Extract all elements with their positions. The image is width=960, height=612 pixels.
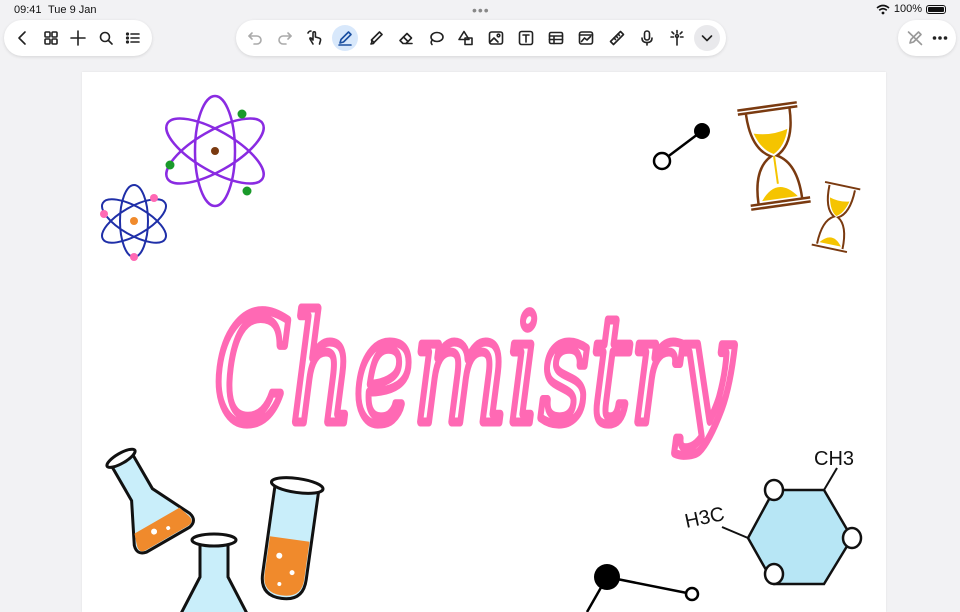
- small-molecule-drawing: [652, 123, 710, 171]
- touch-mode-button[interactable]: [302, 25, 328, 51]
- chart-insert-button[interactable]: [573, 25, 599, 51]
- handwritten-artwork: Chemistry CH3 H3C: [100, 94, 863, 612]
- record-audio-button[interactable]: [634, 25, 660, 51]
- navigation-toolbar: [4, 20, 152, 56]
- status-date: Tue 9 Jan: [48, 4, 97, 16]
- search-icon: [99, 31, 113, 45]
- back-button[interactable]: [10, 25, 36, 51]
- shapes-tool-button[interactable]: [453, 25, 479, 51]
- round-flask-drawing: [180, 532, 248, 612]
- cyclic-ring-molecule-drawing: CH3 H3C: [683, 448, 863, 586]
- highlighter-tool-button[interactable]: [363, 25, 389, 51]
- status-bar: 09:41 Tue 9 Jan ••• 100%: [0, 0, 960, 20]
- grid-view-icon: [43, 31, 58, 45]
- shapes-icon: [458, 30, 473, 46]
- title-ink-text: Chemistry: [214, 284, 735, 458]
- test-tube-drawing: [260, 476, 325, 601]
- ruler-button[interactable]: [604, 25, 630, 51]
- more-options-icon: [932, 36, 947, 40]
- handwritten-title-chemistry: Chemistry: [210, 280, 740, 463]
- image-icon: [488, 31, 504, 45]
- read-only-toggle-button[interactable]: [902, 25, 927, 51]
- more-options-button[interactable]: [927, 25, 952, 51]
- blue-atom-drawing: [100, 184, 167, 261]
- highlighter-icon: [369, 31, 383, 45]
- laser-pointer-button[interactable]: [664, 25, 690, 51]
- redo-icon: [278, 32, 292, 45]
- add-icon: [70, 30, 86, 46]
- ruler-icon: [609, 30, 624, 46]
- wifi-icon: [876, 4, 890, 14]
- note-page-canvas[interactable]: Chemistry CH3 H3C: [82, 72, 886, 612]
- lasso-tool-button[interactable]: [423, 25, 449, 51]
- microphone-icon: [640, 30, 653, 46]
- label-h3c: H3C: [683, 503, 727, 533]
- back-icon: [18, 31, 26, 45]
- search-button[interactable]: [93, 25, 119, 51]
- image-insert-button[interactable]: [483, 25, 509, 51]
- battery-icon: [926, 4, 946, 14]
- lasso-icon: [430, 31, 444, 46]
- battery-percent: 100%: [893, 3, 922, 15]
- read-only-pen-off-icon: [907, 31, 922, 46]
- small-hourglass-drawing: [811, 180, 861, 254]
- pen-tool-button[interactable]: [332, 25, 359, 51]
- status-right: 100%: [876, 3, 946, 15]
- grid-view-button[interactable]: [38, 25, 64, 51]
- chart-icon: [579, 31, 594, 45]
- redo-button[interactable]: [272, 25, 298, 51]
- undo-icon: [248, 32, 262, 45]
- tools-toolbar: [236, 20, 726, 56]
- chevron-down-icon: [701, 35, 713, 42]
- label-ch3: CH3: [814, 448, 854, 470]
- table-insert-button[interactable]: [543, 25, 569, 51]
- text-box-icon: [518, 30, 534, 46]
- laser-pointer-icon: [670, 29, 684, 46]
- purple-atom-drawing: [165, 94, 265, 208]
- text-box-button[interactable]: [513, 25, 539, 51]
- eraser-tool-button[interactable]: [393, 25, 419, 51]
- hand-touch-icon: [307, 30, 322, 45]
- add-button[interactable]: [65, 25, 91, 51]
- bottom-molecule-drawing: [585, 564, 700, 612]
- eraser-icon: [398, 32, 413, 45]
- outline-list-icon: [125, 32, 140, 44]
- pen-icon: [338, 31, 353, 46]
- status-time: 09:41: [14, 4, 42, 16]
- document-options-toolbar: [898, 20, 956, 56]
- large-hourglass-drawing: [737, 101, 811, 211]
- outline-button[interactable]: [120, 25, 146, 51]
- multitasking-dots-icon[interactable]: •••: [472, 2, 490, 18]
- tilted-flask-drawing: [105, 447, 195, 555]
- table-icon: [549, 31, 564, 45]
- more-tools-button[interactable]: [693, 25, 720, 51]
- undo-button[interactable]: [242, 25, 268, 51]
